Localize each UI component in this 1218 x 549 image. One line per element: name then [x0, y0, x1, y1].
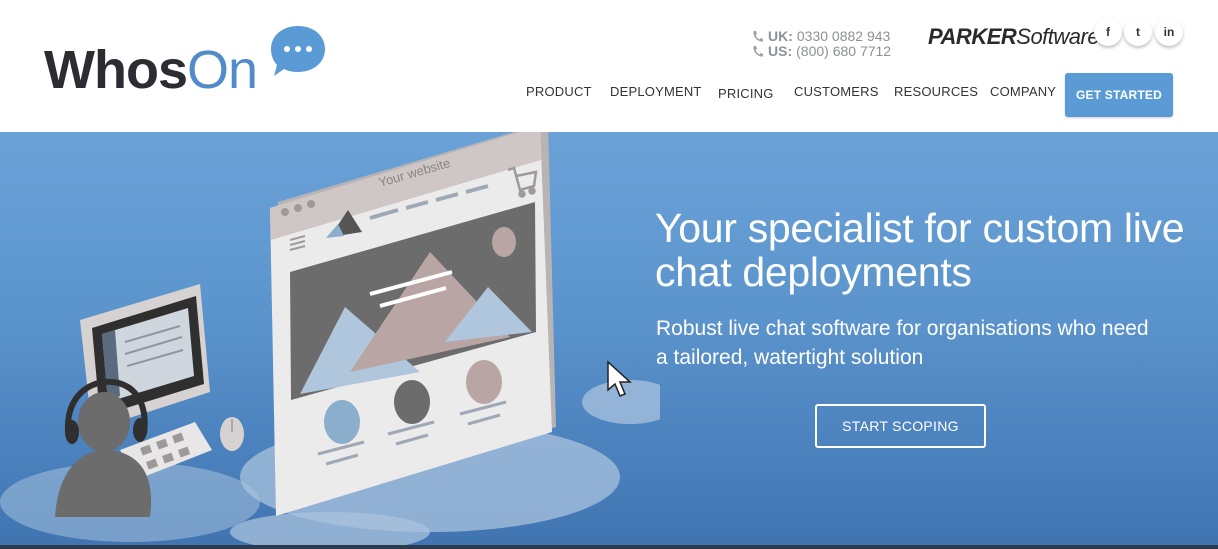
chat-bubble-icon [271, 26, 325, 76]
hero-subtitle: Robust live chat software for organisati… [656, 317, 1149, 369]
facebook-icon[interactable]: f [1094, 18, 1122, 46]
nav-item-deployment[interactable]: DEPLOYMENT [610, 84, 702, 99]
phone-uk[interactable]: UK: 0330 0882 943 [752, 29, 891, 44]
phone-uk-number: 0330 0882 943 [796, 28, 891, 44]
window-dot [294, 204, 302, 212]
linkedin-icon[interactable]: in [1155, 18, 1183, 46]
twitter-icon[interactable]: t [1124, 18, 1152, 46]
get-started-button[interactable]: GET STARTED [1065, 73, 1173, 117]
nav-item-customers[interactable]: CUSTOMERS [794, 84, 879, 99]
phone-icon [753, 31, 763, 42]
phone-uk-label: UK: [768, 28, 793, 44]
nav-item-product[interactable]: PRODUCT [526, 84, 592, 99]
site-header: WhosOn UK: 0330 0882 943 US: (800) 680 7… [0, 0, 1218, 132]
mouse-cursor-icon [607, 360, 632, 397]
parker-software-logo[interactable]: PARKERSoftware [928, 24, 1100, 50]
phone-us-label: US: [768, 43, 793, 59]
phone-icon [753, 46, 763, 57]
nav-item-pricing[interactable]: PRICING [718, 86, 774, 101]
phone-us-number: (800) 680 7712 [796, 43, 892, 59]
main-nav: PRODUCT DEPLOYMENT PRICING CUSTOMERS RES… [0, 84, 1218, 104]
parker-logo-part2: Software [1016, 24, 1100, 49]
page-bottom-bar [0, 545, 1218, 549]
hero-title: Your specialist for custom live chat dep… [655, 205, 1185, 295]
window-dot [307, 200, 315, 208]
nav-item-resources[interactable]: RESOURCES [894, 84, 978, 99]
phone-numbers: UK: 0330 0882 943 US: (800) 680 7712 [752, 29, 891, 59]
start-scoping-button[interactable]: START SCOPING [815, 404, 986, 448]
phone-us[interactable]: US: (800) 680 7712 [752, 44, 891, 59]
parker-logo-part1: PARKER [928, 24, 1017, 49]
window-dot [281, 208, 289, 216]
nav-item-company[interactable]: COMPANY [990, 84, 1056, 99]
hero-banner: Your website Your specialist for custom … [0, 132, 1218, 549]
hero-illustration: Your website [0, 132, 660, 549]
